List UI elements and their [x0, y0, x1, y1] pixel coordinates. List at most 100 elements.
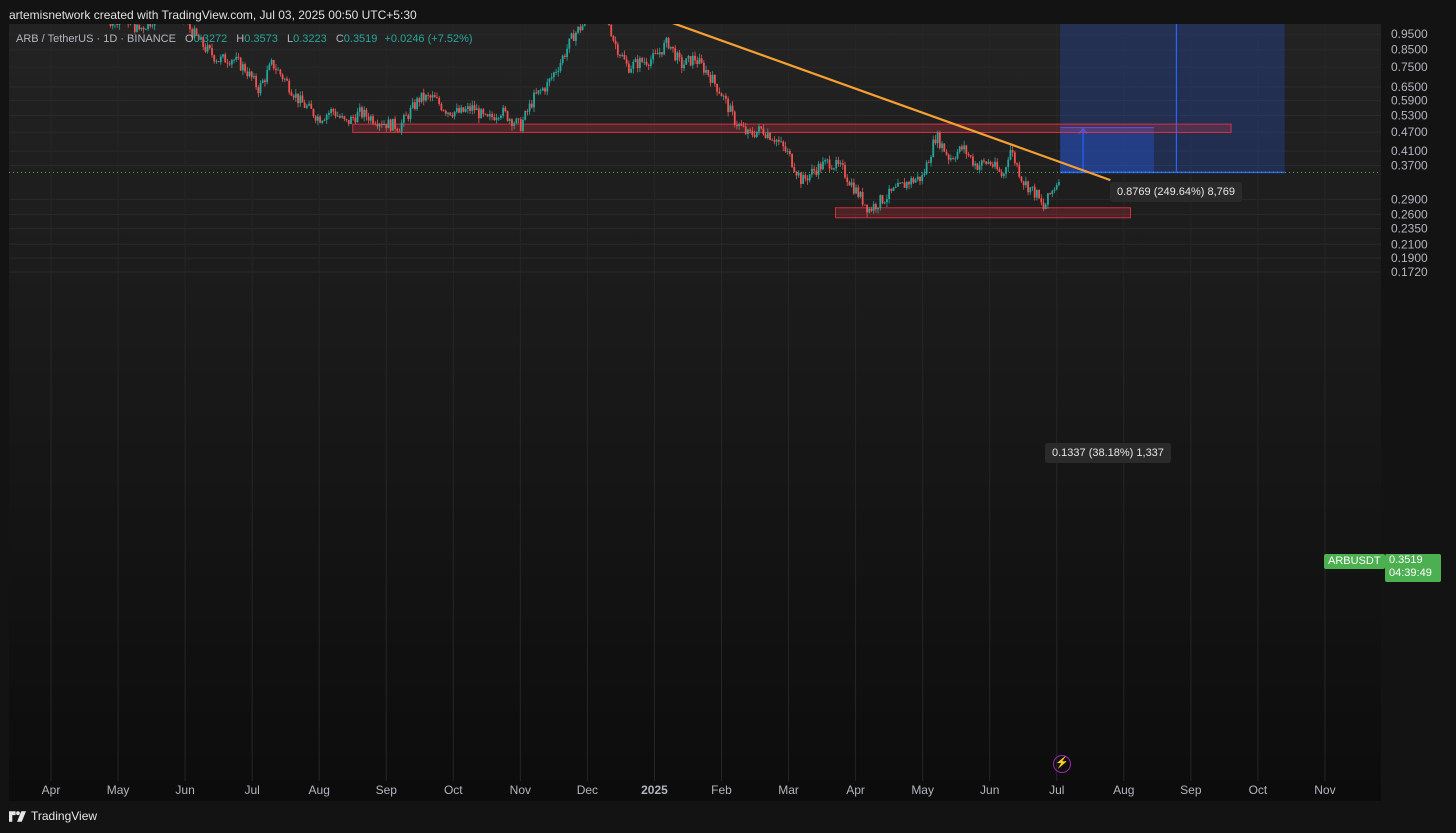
candle-body [455, 108, 458, 112]
change-value: +0.0246 (+7.52%) [384, 33, 473, 45]
candle-body [343, 116, 346, 120]
candle-body [1005, 167, 1007, 174]
candle-body [482, 109, 485, 114]
candle-body [116, 24, 119, 25]
tradingview-logo-icon [9, 810, 26, 822]
candle-body [901, 182, 904, 184]
x-tick-label: Mar [778, 783, 799, 797]
candle-body [786, 151, 789, 152]
candle-body [513, 123, 516, 127]
candle-body [890, 188, 893, 191]
candle-body [707, 69, 710, 75]
candle-body [954, 158, 957, 160]
candle-body [888, 188, 891, 200]
y-tick-label: 0.8500 [1391, 43, 1428, 57]
candle-body [118, 24, 121, 25]
chart-area[interactable]: 2.30002.00001.80001.60001.40001.25001.10… [9, 24, 1456, 801]
candle-body [1018, 164, 1021, 177]
candle-body [1047, 193, 1049, 205]
close-value: 0.3519 [343, 33, 378, 45]
candle-body [625, 59, 628, 64]
price-chart[interactable]: 2.30002.00001.80001.60001.40001.25001.10… [9, 24, 1456, 801]
candle-body [747, 129, 749, 134]
x-tick-label: Jun [980, 783, 999, 797]
current-price-box: 0.3519 04:39:49 [1385, 554, 1441, 582]
candle-body [570, 33, 573, 39]
candle-body [486, 114, 489, 117]
candle-body [228, 63, 231, 65]
x-tick-label: Sep [376, 783, 398, 797]
candle-body [581, 25, 584, 31]
candle-body [958, 146, 961, 152]
candle-body [541, 88, 544, 91]
candle-body [949, 158, 952, 160]
candle-body [416, 98, 419, 110]
candle-body [323, 119, 326, 121]
candle-body [422, 92, 425, 101]
candle-body [568, 38, 571, 49]
candle-body [912, 178, 915, 183]
candle-body [727, 98, 730, 113]
candle-body [788, 151, 791, 154]
candle-body [846, 177, 849, 183]
candle-body [610, 24, 613, 37]
candle-body [524, 110, 527, 120]
candle-body [365, 109, 368, 117]
candle-body [473, 105, 476, 111]
candle-body [224, 54, 227, 63]
candle-body [425, 94, 427, 101]
candle-body [477, 108, 480, 119]
y-tick-label: 0.7500 [1391, 60, 1428, 74]
candle-body [550, 77, 553, 79]
candle-body [760, 126, 763, 129]
candle-body [374, 123, 377, 125]
candle-body [656, 53, 659, 55]
symbol-legend: ARB / TetherUS · 1D · BINANCE O0.3272 H0… [16, 33, 473, 45]
candle-body [484, 113, 487, 115]
candle-body [508, 119, 511, 121]
candle-body [784, 146, 787, 152]
candle-body [530, 103, 533, 108]
candle-body [458, 108, 460, 113]
candle-body [363, 109, 366, 118]
candle-body [493, 117, 496, 121]
candle-body [281, 74, 284, 80]
measure-label-small[interactable]: 0.1337 (38.18%) 1,337 [1045, 443, 1171, 463]
candle-body [793, 167, 796, 172]
candle-body [897, 182, 899, 187]
candle-body [1029, 187, 1032, 193]
candle-body [219, 56, 222, 63]
high-value: 0.3573 [244, 33, 278, 45]
candle-body [826, 159, 829, 161]
candle-body [1035, 190, 1038, 198]
candle-body [378, 124, 381, 127]
candle-body [248, 71, 251, 77]
flash-icon[interactable]: ⚡ [1053, 755, 1071, 773]
x-tick-label: Jul [244, 783, 259, 797]
candle-body [577, 26, 580, 33]
candle-body [489, 114, 491, 117]
candle-body [451, 115, 454, 117]
candle-body [791, 153, 793, 168]
candle-body [140, 27, 143, 30]
candle-body [405, 114, 408, 116]
candle-body [614, 40, 617, 45]
tradingview-logo[interactable]: TradingView [9, 809, 97, 823]
candle-body [718, 91, 721, 94]
candle-body [848, 182, 851, 186]
candle-body [905, 181, 908, 188]
candle-body [440, 103, 443, 111]
candle-body [661, 52, 663, 55]
measure-label-large[interactable]: 0.8769 (249.64%) 8,769 [1110, 182, 1243, 202]
candle-body [575, 32, 577, 41]
candle-body [696, 60, 699, 64]
candle-body [539, 90, 542, 92]
candle-body [235, 56, 238, 60]
candle-body [215, 61, 218, 62]
candle-body [980, 160, 983, 166]
candle-body [272, 60, 275, 69]
candle-body [469, 106, 471, 111]
candle-body [136, 24, 138, 32]
candle-body [972, 156, 974, 166]
candle-body [504, 107, 507, 112]
